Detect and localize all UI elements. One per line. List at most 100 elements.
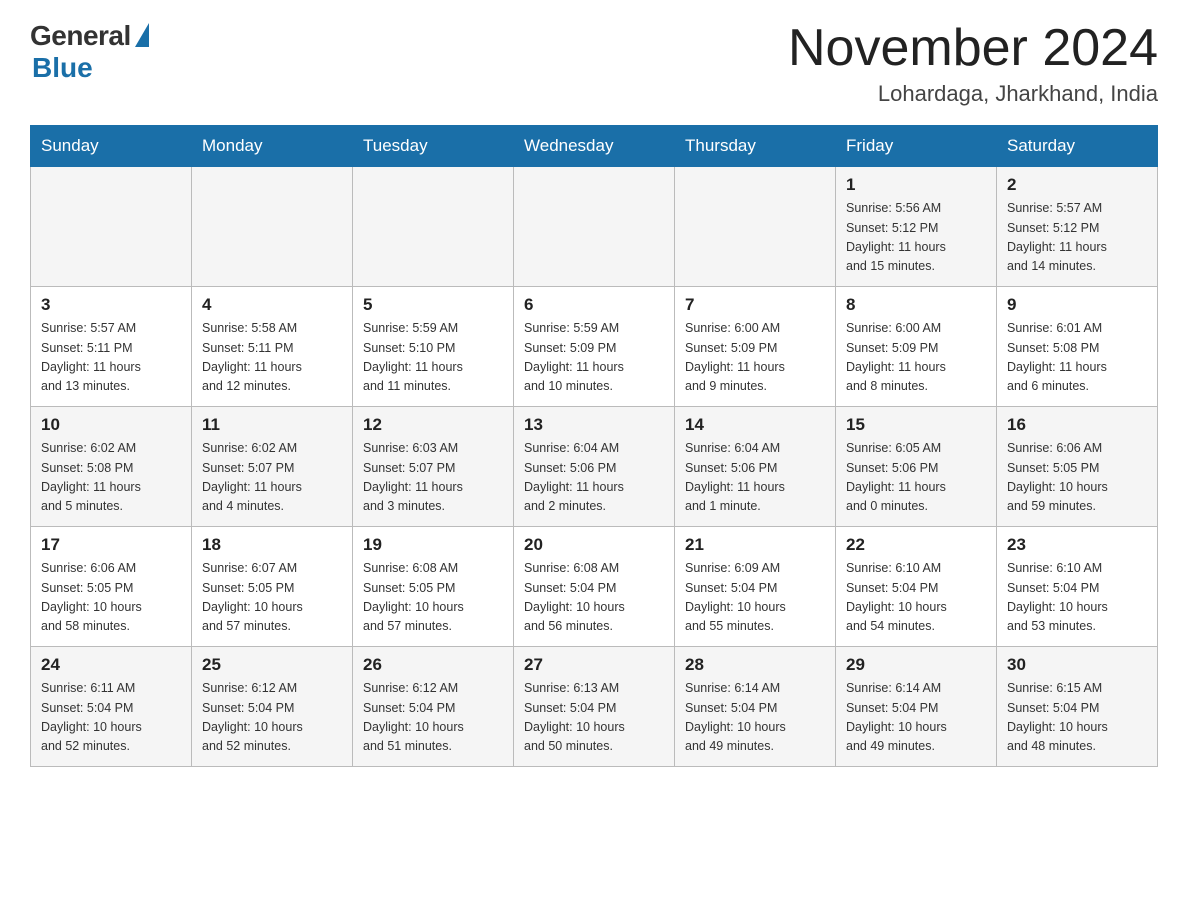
- weekday-header-thursday: Thursday: [675, 126, 836, 167]
- calendar-cell: 20Sunrise: 6:08 AM Sunset: 5:04 PM Dayli…: [514, 527, 675, 647]
- day-number: 3: [41, 295, 181, 315]
- day-info: Sunrise: 6:02 AM Sunset: 5:08 PM Dayligh…: [41, 439, 181, 517]
- day-info: Sunrise: 6:02 AM Sunset: 5:07 PM Dayligh…: [202, 439, 342, 517]
- calendar-cell: 15Sunrise: 6:05 AM Sunset: 5:06 PM Dayli…: [836, 407, 997, 527]
- day-number: 29: [846, 655, 986, 675]
- day-info: Sunrise: 6:01 AM Sunset: 5:08 PM Dayligh…: [1007, 319, 1147, 397]
- calendar-cell: 7 Sunrise: 6:00 AM Sunset: 5:09 PM Daylig…: [675, 287, 836, 407]
- calendar-table: SundayMondayTuesdayWednesdayThursdayFrid…: [30, 125, 1158, 767]
- calendar-cell: 13 Sunrise: 6:04 AM Sunset: 5:06 PM Dayli…: [514, 407, 675, 527]
- day-info: Sunrise: 6:10 AM Sunset: 5:04 PM Dayligh…: [1007, 559, 1147, 637]
- calendar-cell: 1 Sunrise: 5:56 AM Sunset: 5:12 PM Daylig…: [836, 167, 997, 287]
- calendar-cell: 30 Sunrise: 6:15 AM Sunset: 5:04 PM Dayli…: [997, 647, 1158, 767]
- day-number: 24: [41, 655, 181, 675]
- calendar-cell: [31, 167, 192, 287]
- day-info: Sunrise: 6:15 AM Sunset: 5:04 PM Dayligh…: [1007, 679, 1147, 757]
- calendar-cell: 2 Sunrise: 5:57 AM Sunset: 5:12 PM Daylig…: [997, 167, 1158, 287]
- logo-blue-text: Blue: [32, 52, 93, 84]
- weekday-header-sunday: Sunday: [31, 126, 192, 167]
- calendar-cell: 19Sunrise: 6:08 AM Sunset: 5:05 PM Dayli…: [353, 527, 514, 647]
- day-number: 10: [41, 415, 181, 435]
- weekday-header-saturday: Saturday: [997, 126, 1158, 167]
- day-info: Sunrise: 6:14 AM Sunset: 5:04 PM Dayligh…: [685, 679, 825, 757]
- calendar-cell: 10 Sunrise: 6:02 AM Sunset: 5:08 PM Dayli…: [31, 407, 192, 527]
- logo-general-text: General: [30, 20, 131, 52]
- day-number: 19: [363, 535, 503, 555]
- day-info: Sunrise: 6:12 AM Sunset: 5:04 PM Dayligh…: [363, 679, 503, 757]
- day-info: Sunrise: 6:04 AM Sunset: 5:06 PM Dayligh…: [685, 439, 825, 517]
- weekday-header-tuesday: Tuesday: [353, 126, 514, 167]
- day-info: Sunrise: 5:56 AM Sunset: 5:12 PM Dayligh…: [846, 199, 986, 277]
- title-section: November 2024 Lohardaga, Jharkhand, Indi…: [788, 20, 1158, 107]
- day-number: 15: [846, 415, 986, 435]
- calendar-cell: 24 Sunrise: 6:11 AM Sunset: 5:04 PM Dayli…: [31, 647, 192, 767]
- day-info: Sunrise: 6:11 AM Sunset: 5:04 PM Dayligh…: [41, 679, 181, 757]
- day-number: 18: [202, 535, 342, 555]
- day-info: Sunrise: 6:10 AM Sunset: 5:04 PM Dayligh…: [846, 559, 986, 637]
- day-number: 9: [1007, 295, 1147, 315]
- day-info: Sunrise: 6:00 AM Sunset: 5:09 PM Dayligh…: [685, 319, 825, 397]
- day-number: 28: [685, 655, 825, 675]
- calendar-cell: 11 Sunrise: 6:02 AM Sunset: 5:07 PM Dayli…: [192, 407, 353, 527]
- day-info: Sunrise: 5:57 AM Sunset: 5:12 PM Dayligh…: [1007, 199, 1147, 277]
- day-number: 12: [363, 415, 503, 435]
- day-number: 11: [202, 415, 342, 435]
- day-number: 8: [846, 295, 986, 315]
- calendar-cell: [675, 167, 836, 287]
- day-info: Sunrise: 6:14 AM Sunset: 5:04 PM Dayligh…: [846, 679, 986, 757]
- day-number: 14: [685, 415, 825, 435]
- calendar-cell: 23 Sunrise: 6:10 AM Sunset: 5:04 PM Dayli…: [997, 527, 1158, 647]
- day-number: 22: [846, 535, 986, 555]
- weekday-header-wednesday: Wednesday: [514, 126, 675, 167]
- calendar-cell: 12 Sunrise: 6:03 AM Sunset: 5:07 PM Dayli…: [353, 407, 514, 527]
- day-number: 27: [524, 655, 664, 675]
- calendar-cell: 21 Sunrise: 6:09 AM Sunset: 5:04 PM Dayli…: [675, 527, 836, 647]
- day-info: Sunrise: 6:07 AM Sunset: 5:05 PM Dayligh…: [202, 559, 342, 637]
- day-number: 16: [1007, 415, 1147, 435]
- calendar-cell: [192, 167, 353, 287]
- calendar-cell: 17Sunrise: 6:06 AM Sunset: 5:05 PM Dayli…: [31, 527, 192, 647]
- day-info: Sunrise: 6:13 AM Sunset: 5:04 PM Dayligh…: [524, 679, 664, 757]
- logo: General Blue: [30, 20, 149, 84]
- weekday-header-friday: Friday: [836, 126, 997, 167]
- day-info: Sunrise: 6:03 AM Sunset: 5:07 PM Dayligh…: [363, 439, 503, 517]
- calendar-week-row: 1 Sunrise: 5:56 AM Sunset: 5:12 PM Daylig…: [31, 167, 1158, 287]
- calendar-cell: [353, 167, 514, 287]
- logo-triangle-icon: [135, 23, 149, 47]
- day-number: 2: [1007, 175, 1147, 195]
- page-header: General Blue November 2024 Lohardaga, Jh…: [30, 20, 1158, 107]
- calendar-cell: [514, 167, 675, 287]
- calendar-cell: 22 Sunrise: 6:10 AM Sunset: 5:04 PM Dayli…: [836, 527, 997, 647]
- calendar-cell: 6Sunrise: 5:59 AM Sunset: 5:09 PM Daylig…: [514, 287, 675, 407]
- day-number: 23: [1007, 535, 1147, 555]
- day-number: 30: [1007, 655, 1147, 675]
- day-info: Sunrise: 6:00 AM Sunset: 5:09 PM Dayligh…: [846, 319, 986, 397]
- calendar-body: 1 Sunrise: 5:56 AM Sunset: 5:12 PM Daylig…: [31, 167, 1158, 767]
- calendar-cell: 14 Sunrise: 6:04 AM Sunset: 5:06 PM Dayli…: [675, 407, 836, 527]
- day-number: 26: [363, 655, 503, 675]
- day-number: 7: [685, 295, 825, 315]
- day-info: Sunrise: 6:08 AM Sunset: 5:04 PM Dayligh…: [524, 559, 664, 637]
- day-number: 13: [524, 415, 664, 435]
- day-number: 4: [202, 295, 342, 315]
- calendar-header: SundayMondayTuesdayWednesdayThursdayFrid…: [31, 126, 1158, 167]
- calendar-cell: 8 Sunrise: 6:00 AM Sunset: 5:09 PM Daylig…: [836, 287, 997, 407]
- day-info: Sunrise: 6:12 AM Sunset: 5:04 PM Dayligh…: [202, 679, 342, 757]
- calendar-week-row: 3Sunrise: 5:57 AM Sunset: 5:11 PM Daylig…: [31, 287, 1158, 407]
- calendar-cell: 26 Sunrise: 6:12 AM Sunset: 5:04 PM Dayli…: [353, 647, 514, 767]
- day-number: 5: [363, 295, 503, 315]
- day-info: Sunrise: 6:06 AM Sunset: 5:05 PM Dayligh…: [41, 559, 181, 637]
- day-number: 21: [685, 535, 825, 555]
- calendar-cell: 18 Sunrise: 6:07 AM Sunset: 5:05 PM Dayli…: [192, 527, 353, 647]
- day-number: 1: [846, 175, 986, 195]
- calendar-cell: 9 Sunrise: 6:01 AM Sunset: 5:08 PM Daylig…: [997, 287, 1158, 407]
- location-title: Lohardaga, Jharkhand, India: [788, 81, 1158, 107]
- day-info: Sunrise: 6:04 AM Sunset: 5:06 PM Dayligh…: [524, 439, 664, 517]
- calendar-week-row: 24 Sunrise: 6:11 AM Sunset: 5:04 PM Dayli…: [31, 647, 1158, 767]
- day-number: 25: [202, 655, 342, 675]
- day-info: Sunrise: 6:09 AM Sunset: 5:04 PM Dayligh…: [685, 559, 825, 637]
- calendar-week-row: 17Sunrise: 6:06 AM Sunset: 5:05 PM Dayli…: [31, 527, 1158, 647]
- calendar-cell: 25 Sunrise: 6:12 AM Sunset: 5:04 PM Dayli…: [192, 647, 353, 767]
- calendar-cell: 4Sunrise: 5:58 AM Sunset: 5:11 PM Daylig…: [192, 287, 353, 407]
- calendar-week-row: 10 Sunrise: 6:02 AM Sunset: 5:08 PM Dayli…: [31, 407, 1158, 527]
